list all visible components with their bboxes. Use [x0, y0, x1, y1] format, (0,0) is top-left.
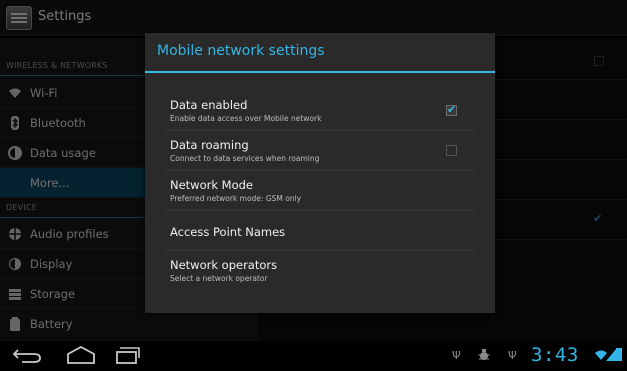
- signal-icon: [606, 349, 616, 361]
- dialog-title: Mobile network settings: [157, 43, 325, 59]
- usb-icon: Ψ: [452, 349, 461, 362]
- option-summary: Preferred network mode: GSM only: [170, 194, 302, 203]
- option-title: Data roaming: [170, 138, 249, 152]
- option-data-roaming[interactable]: Data roaming Connect to data services wh…: [165, 131, 475, 171]
- debug-icon: [478, 349, 490, 360]
- option-network-mode[interactable]: Network Mode Preferred network mode: GSM…: [165, 171, 475, 211]
- option-summary: Select a network operator: [170, 274, 268, 283]
- status-clock: 3:43: [531, 344, 579, 366]
- option-title: Access Point Names: [170, 225, 286, 239]
- option-data-enabled[interactable]: Data enabled Enable data access over Mob…: [165, 91, 475, 131]
- battery-icon: [616, 348, 622, 361]
- mobile-network-settings-dialog: Mobile network settings Data enabled Ena…: [145, 33, 495, 313]
- option-access-point-names[interactable]: Access Point Names: [165, 211, 475, 251]
- home-icon[interactable]: [65, 346, 97, 364]
- system-bar: Ψ Ψ 3:43: [0, 341, 627, 371]
- option-network-operators[interactable]: Network operators Select a network opera…: [165, 251, 475, 291]
- option-title: Network operators: [170, 258, 278, 272]
- option-title: Data enabled: [170, 98, 248, 112]
- option-summary: Enable data access over Mobile network: [170, 114, 322, 123]
- back-icon[interactable]: [12, 346, 42, 364]
- option-title: Network Mode: [170, 178, 254, 192]
- data-roaming-checkbox[interactable]: [446, 145, 457, 156]
- option-summary: Connect to data services when roaming: [170, 154, 320, 163]
- usb-icon: Ψ: [508, 349, 517, 362]
- data-enabled-checkbox[interactable]: [446, 103, 457, 116]
- dialog-title-divider: [145, 71, 495, 73]
- recents-icon[interactable]: [115, 346, 141, 364]
